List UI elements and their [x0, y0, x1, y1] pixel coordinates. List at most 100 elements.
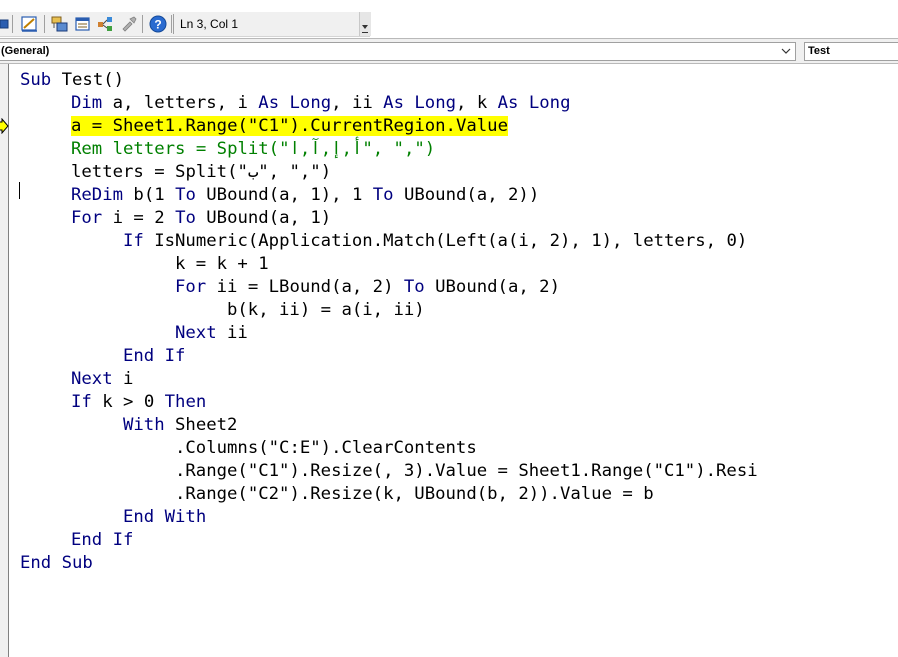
code-text: b(k, ii) = a(i, ii)	[227, 300, 425, 320]
vba-editor-window: ? Ln 3, Col 1 (General) Test Sub Test() …	[0, 0, 898, 657]
toolbar-separator	[142, 15, 143, 33]
code-line-comment[interactable]: Rem letters = Split("أ,إ,آ,ا", ",")	[71, 138, 435, 161]
code-text: a, letters, i	[102, 93, 259, 113]
code-keyword: To	[175, 208, 196, 228]
code-text: Test()	[51, 70, 125, 90]
procedure-dropdown-value: Test	[808, 45, 830, 57]
standard-toolbar: ? Ln 3, Col 1	[0, 0, 898, 38]
object-browser-icon[interactable]	[96, 14, 116, 34]
help-icon[interactable]: ?	[148, 14, 168, 34]
code-text: , ii	[331, 93, 384, 113]
toolbar-separator	[44, 15, 45, 33]
code-line[interactable]: .Range("C2").Resize(k, UBound(b, 2)).Val…	[175, 483, 654, 506]
code-line[interactable]: End If	[123, 345, 185, 368]
code-line[interactable]: For ii = LBound(a, 2) To UBound(a, 2)	[175, 276, 560, 299]
code-keyword: To	[175, 185, 196, 205]
execution-arrow-icon	[0, 117, 10, 138]
code-line[interactable]: End Sub	[20, 552, 93, 575]
code-text: ii = LBound(a, 2)	[206, 277, 404, 297]
code-line[interactable]: .Columns("C:E").ClearContents	[175, 437, 477, 460]
code-line[interactable]: End With	[123, 506, 206, 529]
code-text: k = k + 1	[175, 254, 269, 274]
chevron-down-icon	[362, 25, 368, 29]
code-line[interactable]: If k > 0 Then	[71, 391, 206, 414]
toolbar-options-bar	[362, 32, 368, 33]
code-line[interactable]: Next i	[71, 368, 133, 391]
code-text: UBound(a, 2)	[424, 277, 560, 297]
code-keyword: Next	[175, 323, 217, 343]
object-dropdown[interactable]: (General)	[0, 42, 796, 61]
code-keyword: Dim	[71, 93, 103, 113]
code-text: b(1	[123, 185, 176, 205]
code-line[interactable]: b(k, ii) = a(i, ii)	[227, 299, 425, 322]
code-keyword: As	[383, 93, 404, 113]
code-line[interactable]: letters = Split("ب", ",")	[71, 161, 331, 184]
code-text: i = 2	[102, 208, 176, 228]
code-line[interactable]: With Sheet2	[123, 414, 237, 437]
code-keyword: For	[71, 208, 103, 228]
cursor-position-status: Ln 3, Col 1	[173, 14, 359, 34]
code-line-current[interactable]: a = Sheet1.Range("C1").CurrentRegion.Val…	[71, 115, 508, 138]
code-keyword: Next	[71, 369, 113, 389]
code-line[interactable]: Dim a, letters, i As Long, ii As Long, k…	[71, 92, 570, 115]
code-keyword: End If	[71, 530, 134, 550]
code-text: .Range("C1").Resize(, 3).Value = Sheet1.…	[175, 461, 758, 481]
code-text: IsNumeric(Application.Match(Left(a(i, 2)…	[143, 231, 748, 251]
code-keyword: End If	[123, 346, 186, 366]
code-area[interactable]: Sub Test() Dim a, letters, i As Long, ii…	[20, 69, 898, 657]
code-text: , k	[456, 93, 498, 113]
code-text: .Range("C2").Resize(k, UBound(b, 2)).Val…	[175, 484, 654, 504]
code-keyword: As	[497, 93, 519, 113]
code-text: .Columns("C:E").ClearContents	[175, 438, 477, 458]
code-keyword: Then	[164, 392, 207, 412]
object-icon[interactable]	[0, 14, 20, 34]
code-comment: Rem letters = Split("أ,إ,آ,ا", ",")	[71, 139, 436, 159]
code-text: ii	[216, 323, 248, 343]
chevron-down-icon[interactable]	[779, 43, 793, 60]
code-line[interactable]: .Range("C1").Resize(, 3).Value = Sheet1.…	[175, 460, 758, 483]
code-editor[interactable]: Sub Test() Dim a, letters, i As Long, ii…	[0, 64, 898, 657]
code-line[interactable]: ReDim b(1 To UBound(a, 1), 1 To UBound(a…	[71, 184, 539, 207]
code-keyword: If	[71, 392, 92, 412]
code-keyword: Long	[414, 93, 457, 113]
code-line[interactable]: End If	[71, 529, 133, 552]
code-keyword: ReDim	[71, 185, 124, 205]
code-keyword: As	[258, 93, 280, 113]
code-line[interactable]: k = k + 1	[175, 253, 269, 276]
code-text: UBound(a, 1)	[195, 208, 332, 228]
code-line[interactable]: If IsNumeric(Application.Match(Left(a(i,…	[123, 230, 747, 253]
code-window-combo-bar: (General) Test	[0, 38, 898, 64]
svg-text:?: ?	[154, 18, 161, 32]
code-keyword: With	[123, 415, 165, 435]
code-text: letters = Split("ب", ",")	[71, 162, 332, 182]
code-line[interactable]: Sub Test()	[20, 69, 124, 92]
code-keyword: Long	[528, 93, 571, 113]
object-dropdown-value: (General)	[1, 45, 50, 57]
code-text: Sheet2	[164, 415, 238, 435]
toolbar-options-button[interactable]	[359, 12, 371, 36]
code-line[interactable]: Next ii	[175, 322, 248, 345]
design-mode-icon[interactable]	[20, 14, 40, 34]
code-keyword: End Sub	[20, 553, 93, 573]
toolbar-separator	[171, 15, 172, 33]
code-keyword: Sub	[20, 70, 52, 90]
code-keyword: End With	[123, 507, 207, 527]
toolbar-separator	[12, 15, 13, 33]
project-explorer-icon[interactable]	[50, 14, 70, 34]
code-text: i	[112, 369, 134, 389]
toolbox-icon[interactable]	[119, 14, 139, 34]
code-text: UBound(a, 1), 1	[195, 185, 373, 205]
code-line[interactable]: For i = 2 To UBound(a, 1)	[71, 207, 331, 230]
code-keyword: To	[403, 277, 425, 297]
code-text: k > 0	[91, 392, 165, 412]
properties-icon[interactable]	[73, 14, 93, 34]
margin-indicator-bar[interactable]	[0, 64, 9, 657]
code-keyword: For	[175, 277, 207, 297]
code-keyword: Long	[289, 93, 332, 113]
execution-highlight-text: a = Sheet1.Range("C1").CurrentRegion.Val…	[71, 116, 508, 136]
code-keyword: If	[123, 231, 144, 251]
procedure-dropdown[interactable]: Test	[804, 42, 898, 61]
